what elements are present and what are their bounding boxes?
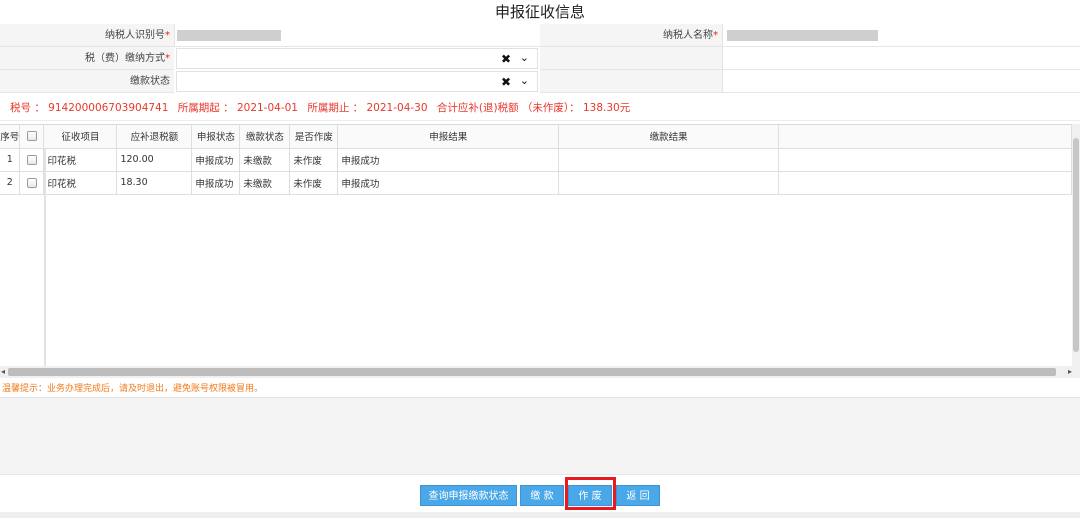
form-row-payment-method: 税（费）缴纳方式* ✖ ⌄ [0,47,1080,70]
payment-method-select[interactable]: ✖ ⌄ [176,48,538,69]
row-amount: 120.00 [116,148,193,172]
summary-period-start: 所属期起 ： 2021-04-01 [177,102,298,114]
row-pay-result [558,171,780,195]
declaration-table: 序号 征收项目 应补退税额 申报状态 缴款状态 是否作废 申报结果 缴款结果 1… [0,125,1072,195]
row-checkbox[interactable] [26,154,37,165]
table-row[interactable]: 2 印花税 18.30 申报成功 未缴款 未作废 申报成功 [0,171,1072,195]
taxpayer-name-label: 纳税人名称* [540,24,722,47]
row-declare-result: 申报成功 [337,148,560,172]
col-header-amount: 应补退税额 [116,125,193,149]
row-pay-result [558,148,780,172]
taxpayer-id-value [174,24,540,47]
row-declare-status: 申报成功 [191,171,241,195]
table-header-row: 序号 征收项目 应补退税额 申报状态 缴款状态 是否作废 申报结果 缴款结果 [0,125,1072,149]
payment-status-select[interactable]: ✖ ⌄ [176,71,538,92]
pay-button[interactable]: 缴 款 [520,485,564,506]
redacted-taxpayer-name [727,30,878,41]
col-header-filler [778,125,1072,149]
horizontal-scroll-thumb[interactable] [8,368,1056,376]
summary-period-end: 所属期止 ： 2021-04-30 [307,102,428,114]
row-pay-status: 未缴款 [239,148,291,172]
col-header-voided: 是否作废 [289,125,339,149]
col-header-pay-status: 缴款状态 [239,125,291,149]
col-header-select-all [19,125,45,149]
vertical-scroll-thumb[interactable] [1073,138,1079,352]
redacted-taxpayer-id [177,30,281,41]
row-checkbox-cell [19,171,45,195]
required-mark: * [713,30,718,41]
table-row[interactable]: 1 印花税 120.00 申报成功 未缴款 未作废 申报成功 [0,148,1072,172]
form-row-payment-status: 缴款状态 ✖ ⌄ [0,70,1080,93]
required-mark: * [165,53,170,64]
taxpayer-id-label: 纳税人识别号* [0,24,174,47]
back-button[interactable]: 返 回 [616,485,660,506]
empty-label-cell [540,47,722,70]
query-status-button[interactable]: 查询申报缴款状态 [420,485,517,506]
scroll-right-arrow-icon[interactable]: ▸ [1068,367,1072,376]
chevron-down-icon[interactable]: ⌄ [520,51,529,64]
row-declare-result: 申报成功 [337,171,560,195]
summary-line: 税号 ： 914200006703904741 所属期起 ： 2021-04-0… [0,96,1080,121]
row-index: 1 [0,148,21,172]
row-index: 2 [0,171,21,195]
vertical-scrollbar[interactable] [1072,124,1080,368]
bottom-strip [0,512,1080,518]
summary-tax-no: 税号 ： 914200006703904741 [10,102,169,114]
row-declare-status: 申报成功 [191,148,241,172]
clear-icon[interactable]: ✖ [501,52,511,66]
col-header-declare-result: 申报结果 [337,125,560,149]
frozen-column-divider [44,149,46,369]
empty-label-cell [540,70,722,93]
payment-method-label: 税（费）缴纳方式* [0,47,174,70]
col-header-pay-result: 缴款结果 [558,125,780,149]
payment-status-label: 缴款状态 [0,70,174,93]
row-checkbox[interactable] [26,177,37,188]
row-pay-status: 未缴款 [239,171,291,195]
row-voided: 未作废 [289,148,339,172]
page-title: 申报征收信息 [0,0,1080,24]
footer-spacer [0,398,1080,474]
row-item: 印花税 [43,148,118,172]
col-header-declare-status: 申报状态 [191,125,241,149]
chevron-down-icon[interactable]: ⌄ [520,74,529,87]
row-item: 印花税 [43,171,118,195]
payment-method-label-text: 税（费）缴纳方式 [85,53,165,64]
empty-value-cell [722,47,1080,70]
payment-status-label-text: 缴款状态 [130,76,170,87]
warm-tip: 温馨提示：业务办理完成后，请及时退出，避免账号权限被冒用。 [0,380,1080,398]
row-amount: 18.30 [116,171,193,195]
row-checkbox-cell [19,148,45,172]
empty-value-cell [722,70,1080,93]
page-title-text: 申报征收信息 [494,3,585,21]
summary-total: 合计应补(退)税额 （未作废）： 138.30元 [436,102,631,114]
required-mark: * [165,30,170,41]
form-row-taxpayer: 纳税人识别号* 纳税人名称* [0,24,1080,47]
row-voided: 未作废 [289,171,339,195]
select-all-checkbox[interactable] [26,131,37,142]
void-button-highlight [565,477,616,510]
taxpayer-name-label-text: 纳税人名称 [663,30,713,41]
row-filler [778,171,1072,195]
clear-icon[interactable]: ✖ [501,75,511,89]
scroll-left-arrow-icon[interactable]: ◂ [1,367,5,376]
declaration-grid: 序号 征收项目 应补退税额 申报状态 缴款状态 是否作废 申报结果 缴款结果 1… [0,124,1072,369]
taxpayer-id-label-text: 纳税人识别号 [105,30,165,41]
col-header-item: 征收项目 [43,125,118,149]
row-filler [778,148,1072,172]
horizontal-scrollbar[interactable]: ◂ ▸ [0,366,1080,378]
taxpayer-name-value [722,24,1080,47]
col-header-index: 序号 [0,125,21,149]
